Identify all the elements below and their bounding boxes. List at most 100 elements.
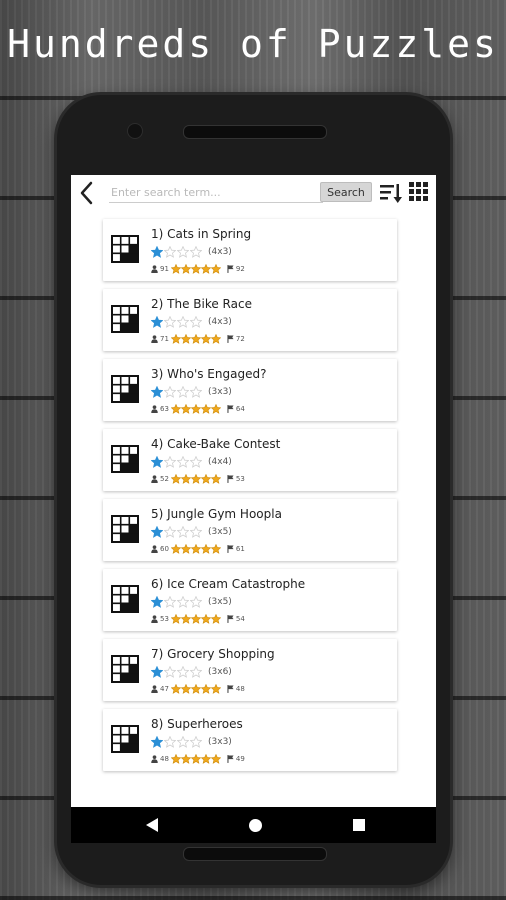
difficulty-star-icon [164, 456, 176, 468]
flags-group: 72 [227, 335, 247, 343]
difficulty-stars [151, 666, 202, 678]
toolbar: Search [71, 175, 436, 211]
flags-count: 61 [235, 544, 245, 553]
rating-stars [170, 473, 221, 484]
grid-size-label: (3x5) [208, 597, 232, 607]
difficulty-star-icon [190, 386, 202, 398]
rating-star-icon [200, 263, 211, 274]
rating-star-icon [190, 473, 201, 484]
rating-star-icon [200, 403, 211, 414]
difficulty-star-icon [177, 736, 189, 748]
flags-group: 48 [227, 685, 247, 693]
rating-star-icon [210, 263, 221, 274]
rating-star-icon [190, 613, 201, 624]
rating-star-icon [170, 753, 181, 764]
rating-star-icon [200, 613, 211, 624]
flags-group: 92 [227, 265, 247, 273]
difficulty-star-icon [177, 386, 189, 398]
puzzle-card[interactable]: 5) Jungle Gym Hoopla (3x5) 60 61 [103, 499, 397, 561]
plays-count: 52 [160, 474, 169, 483]
flags-group: 53 [227, 475, 247, 483]
camera [127, 123, 143, 139]
difficulty-star-icon [177, 596, 189, 608]
rating-star-icon [170, 403, 181, 414]
puzzle-list[interactable]: 1) Cats in Spring (4x3) 91 92 2) The Bike Ra… [71, 211, 436, 807]
plays-count: 48 [160, 754, 169, 763]
difficulty-star-icon [164, 316, 176, 328]
difficulty-star-icon [164, 666, 176, 678]
nav-recent-apps-icon[interactable] [353, 819, 365, 831]
nav-back-icon[interactable] [145, 817, 159, 833]
person-icon [151, 544, 158, 553]
flags-count: 72 [235, 334, 245, 343]
rating-star-icon [180, 683, 191, 694]
puzzle-title: 8) Superheroes [151, 717, 243, 731]
plays-count: 63 [160, 404, 169, 413]
app-screen: Search 1) Cats in Spring (4x3) 91 92 2) The … [71, 175, 436, 807]
rating-star-icon [190, 753, 201, 764]
flags-count: 53 [235, 474, 245, 483]
difficulty-stars [151, 386, 202, 398]
person-icon [151, 264, 158, 273]
puzzle-card[interactable]: 7) Grocery Shopping (3x6) 47 48 [103, 639, 397, 701]
puzzle-card[interactable]: 3) Who's Engaged? (3x3) 63 64 [103, 359, 397, 421]
grid-size-label: (4x4) [208, 457, 232, 467]
difficulty-star-icon [177, 316, 189, 328]
sort-descending-icon[interactable] [379, 181, 403, 205]
difficulty-star-icon [190, 596, 202, 608]
plays-count: 60 [160, 544, 169, 553]
plays-count: 91 [160, 264, 169, 273]
puzzle-card[interactable]: 2) The Bike Race (4x3) 71 72 [103, 289, 397, 351]
rating-star-icon [180, 263, 191, 274]
puzzle-card[interactable]: 8) Superheroes (3x3) 48 49 [103, 709, 397, 771]
crossword-grid-icon [111, 655, 139, 683]
rating-star-icon [180, 403, 191, 414]
difficulty-star-icon [177, 526, 189, 538]
difficulty-star-icon [164, 386, 176, 398]
crossword-grid-icon [111, 305, 139, 333]
crossword-grid-icon [111, 235, 139, 263]
grid-size-label: (3x3) [208, 737, 232, 747]
stats-row: 60 61 [151, 543, 247, 554]
rating-star-icon [170, 543, 181, 554]
rating-stars [170, 613, 221, 624]
grid-size-label: (4x3) [208, 317, 232, 327]
difficulty-star-icon [151, 456, 163, 468]
difficulty-star-icon [164, 736, 176, 748]
puzzle-card[interactable]: 1) Cats in Spring (4x3) 91 92 [103, 219, 397, 281]
android-nav-bar [71, 807, 436, 843]
difficulty-stars [151, 246, 202, 258]
difficulty-star-icon [151, 526, 163, 538]
nav-home-icon[interactable] [249, 819, 262, 832]
search-button[interactable]: Search [320, 182, 372, 202]
crossword-grid-icon [111, 585, 139, 613]
flags-count: 64 [235, 404, 245, 413]
person-icon [151, 404, 158, 413]
difficulty-row: (4x3) [151, 246, 232, 258]
rating-star-icon [200, 333, 211, 344]
rating-star-icon [210, 473, 221, 484]
puzzle-card[interactable]: 6) Ice Cream Catastrophe (3x5) 53 54 [103, 569, 397, 631]
difficulty-star-icon [190, 666, 202, 678]
grid-size-label: (3x6) [208, 667, 232, 677]
stats-row: 48 49 [151, 753, 247, 764]
rating-star-icon [210, 753, 221, 764]
difficulty-star-icon [151, 596, 163, 608]
crossword-grid-icon [111, 445, 139, 473]
chevron-left-icon[interactable] [77, 179, 97, 207]
rating-star-icon [170, 683, 181, 694]
rating-stars [170, 753, 221, 764]
flag-icon [227, 544, 234, 553]
difficulty-row: (4x3) [151, 316, 232, 328]
puzzle-card[interactable]: 4) Cake-Bake Contest (4x4) 52 53 [103, 429, 397, 491]
difficulty-star-icon [151, 316, 163, 328]
rating-star-icon [180, 473, 191, 484]
rating-star-icon [200, 473, 211, 484]
plays-count: 47 [160, 684, 169, 693]
puzzle-title: 6) Ice Cream Catastrophe [151, 577, 306, 591]
grid-view-icon[interactable] [409, 182, 429, 202]
flag-icon [227, 684, 234, 693]
search-input[interactable] [109, 182, 323, 203]
rating-star-icon [210, 543, 221, 554]
flag-icon [227, 334, 234, 343]
